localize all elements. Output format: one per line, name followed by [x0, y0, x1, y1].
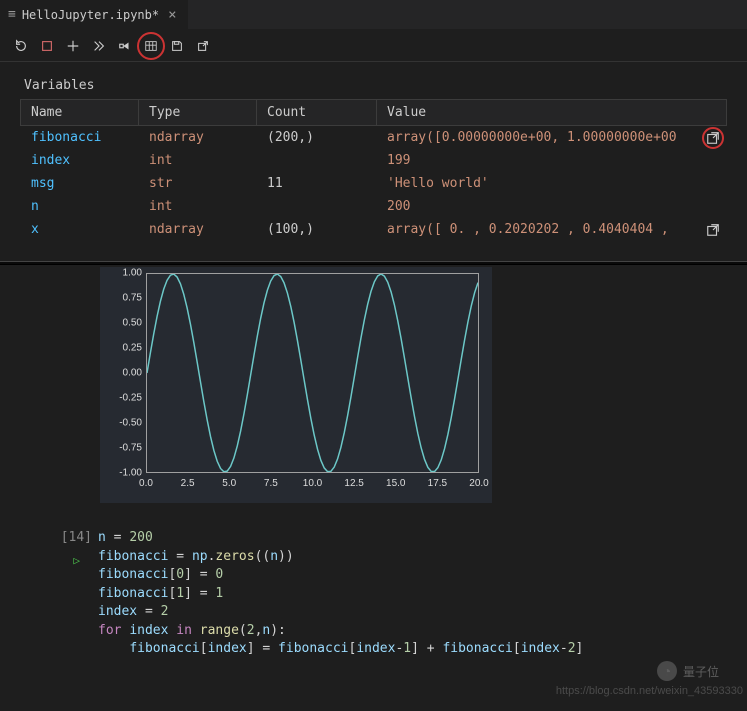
y-tick-label: 0.75: [106, 293, 142, 304]
table-row[interactable]: msgstr11'Hello world': [21, 172, 727, 195]
notebook-tab[interactable]: ≡ HelloJupyter.ipynb* ×: [0, 0, 188, 29]
variables-panel: Variables Name Type Count Value fibonacc…: [0, 62, 747, 261]
var-name: fibonacci: [21, 126, 139, 150]
var-value: 199: [377, 149, 727, 172]
y-tick-label: 0.50: [106, 318, 142, 329]
variables-table: Name Type Count Value fibonaccindarray(2…: [20, 99, 727, 241]
table-header-row: Name Type Count Value: [21, 100, 727, 126]
var-count: (100,): [257, 218, 377, 241]
var-count: (200,): [257, 126, 377, 150]
var-type: int: [139, 195, 257, 218]
y-tick-label: 1.00: [106, 268, 142, 279]
table-row[interactable]: indexint 199: [21, 149, 727, 172]
y-tick-label: -0.75: [106, 443, 142, 454]
var-name: n: [21, 195, 139, 218]
x-tick-label: 10.0: [303, 478, 322, 489]
x-tick-label: 0.0: [139, 478, 153, 489]
watermark-logo: ◔ 量子位: [657, 661, 719, 681]
x-tick-label: 20.0: [469, 478, 488, 489]
var-count: [257, 149, 377, 172]
y-tick-label: 0.25: [106, 343, 142, 354]
export-button[interactable]: [192, 35, 214, 57]
notebook-area: 1.00 0.75 0.50 0.25 0.00 -0.25 -0.50 -0.75 -1.00…: [0, 265, 747, 659]
x-tick-label: 12.5: [344, 478, 363, 489]
run-cell-icon[interactable]: ▷: [73, 552, 80, 571]
watermark-url: https://blog.csdn.net/weixin_43593330: [556, 685, 743, 697]
y-tick-label: -0.50: [106, 418, 142, 429]
var-type: ndarray: [139, 126, 257, 150]
col-value[interactable]: Value: [377, 100, 727, 126]
wechat-icon: ◔: [657, 661, 677, 681]
cell-prompt: [14]: [61, 530, 92, 545]
chart-plot-area: [146, 273, 479, 473]
tab-title: HelloJupyter.ipynb*: [22, 8, 159, 22]
tab-bar: ≡ HelloJupyter.ipynb* ×: [0, 0, 747, 30]
output-chart: 1.00 0.75 0.50 0.25 0.00 -0.25 -0.50 -0.75 -1.00…: [100, 267, 492, 503]
col-type[interactable]: Type: [139, 100, 257, 126]
code-body[interactable]: n = 200fibonacci = np.zeros((n))fibonacc…: [98, 529, 747, 659]
show-variables-button[interactable]: [140, 35, 162, 57]
save-button[interactable]: [166, 35, 188, 57]
var-name: x: [21, 218, 139, 241]
close-icon[interactable]: ×: [165, 7, 179, 23]
x-tick-label: 15.0: [386, 478, 405, 489]
notebook-toolbar: [0, 30, 747, 62]
var-name: index: [21, 149, 139, 172]
x-tick-label: 7.5: [264, 478, 278, 489]
var-name: msg: [21, 172, 139, 195]
var-count: [257, 195, 377, 218]
var-value: 'Hello world': [377, 172, 727, 195]
x-tick-label: 17.5: [428, 478, 447, 489]
run-step-button[interactable]: [114, 35, 136, 57]
var-count: 11: [257, 172, 377, 195]
col-count[interactable]: Count: [257, 100, 377, 126]
add-cell-button[interactable]: [62, 35, 84, 57]
stop-button[interactable]: [36, 35, 58, 57]
table-row[interactable]: nint 200: [21, 195, 727, 218]
x-tick-label: 5.0: [222, 478, 236, 489]
var-value: array([ 0. , 0.2020202 , 0.4040404 ,: [377, 218, 727, 241]
table-row[interactable]: xndarray(100,)array([ 0. , 0.2020202 , 0…: [21, 218, 727, 241]
y-tick-label: -1.00: [106, 468, 142, 479]
code-cell[interactable]: [14] ▷ n = 200fibonacci = np.zeros((n))f…: [0, 529, 747, 659]
y-tick-label: 0.00: [106, 368, 142, 379]
y-tick-label: -0.25: [106, 393, 142, 404]
expand-icon[interactable]: [704, 129, 722, 147]
expand-icon[interactable]: [704, 221, 722, 239]
x-tick-label: 2.5: [181, 478, 195, 489]
var-type: str: [139, 172, 257, 195]
table-row[interactable]: fibonaccindarray(200,)array([0.00000000e…: [21, 126, 727, 150]
jupyter-icon: ≡: [8, 7, 16, 22]
watermark-text: 量子位: [683, 663, 719, 680]
var-value: 200: [377, 195, 727, 218]
run-all-button[interactable]: [88, 35, 110, 57]
var-type: int: [139, 149, 257, 172]
variables-title: Variables: [20, 72, 727, 99]
var-type: ndarray: [139, 218, 257, 241]
restart-button[interactable]: [10, 35, 32, 57]
cell-gutter: [14] ▷: [50, 529, 98, 659]
col-name[interactable]: Name: [21, 100, 139, 126]
var-value: array([0.00000000e+00, 1.00000000e+00: [377, 126, 727, 150]
